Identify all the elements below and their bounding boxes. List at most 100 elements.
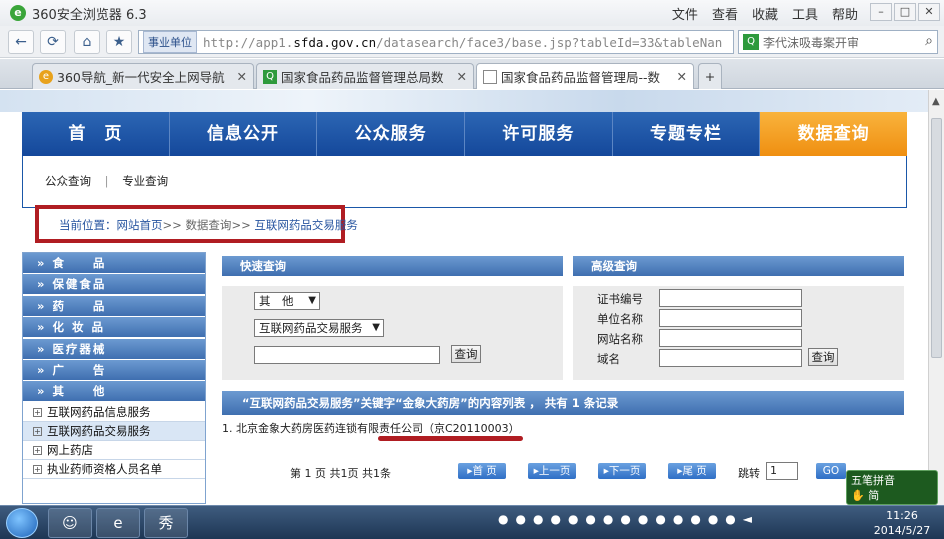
web-page: 首 页 信息公开 公众服务 许可服务 专题专栏 数据查询 公众查询 | 专业查询…	[0, 90, 928, 505]
users-app-icon[interactable]: ☺	[48, 508, 92, 538]
first-page-button[interactable]: ▸首 页	[458, 463, 506, 479]
refresh-icon[interactable]: ⟳	[40, 30, 66, 54]
nav-public-service[interactable]: 公众服务	[317, 112, 466, 156]
expand-icon[interactable]: +	[33, 464, 42, 474]
site-sub-nav: 公众查询 | 专业查询	[22, 156, 907, 208]
next-page-button[interactable]: ▸下一页	[598, 463, 646, 479]
tray-icon[interactable]: ●	[708, 512, 718, 526]
category-health-food[interactable]: » 保健食品	[23, 274, 205, 295]
tab-page-icon	[483, 69, 497, 84]
last-page-button[interactable]: ▸尾 页	[668, 463, 716, 479]
quick-search-button[interactable]: 查询	[451, 345, 481, 363]
maximize-button[interactable]: □	[894, 3, 916, 21]
breadcrumb-home[interactable]: 网站首页	[117, 218, 163, 232]
tray-icon[interactable]: ●	[550, 512, 560, 526]
nav-info-public[interactable]: 信息公开	[170, 112, 318, 156]
advanced-search-header: 高级查询	[573, 256, 904, 276]
category-medical-devices[interactable]: » 医疗器械	[23, 338, 205, 359]
address-bar[interactable]: 事业单位 http://app1. sfda.gov.cn/datasearch/…	[138, 30, 734, 54]
category-ads[interactable]: » 广 告	[23, 359, 205, 380]
menu-view[interactable]: 查看	[712, 4, 738, 23]
site-name-label: 网站名称	[597, 332, 643, 346]
new-tab-button[interactable]: +	[698, 63, 722, 89]
subnav-public-query[interactable]: 公众查询	[45, 174, 91, 188]
minimize-button[interactable]: –	[870, 3, 892, 21]
domain-input[interactable]	[659, 349, 802, 367]
subnav-divider: |	[104, 174, 109, 188]
category-select[interactable]: 其 他 ▼	[254, 292, 320, 310]
nav-home[interactable]: 首 页	[22, 112, 170, 156]
menu-tools[interactable]: 工具	[792, 4, 818, 23]
tray-icon[interactable]: ●	[515, 512, 525, 526]
close-button[interactable]: ✕	[918, 3, 940, 21]
cert-no-label: 证书编号	[597, 292, 643, 306]
sub-item-info-service[interactable]: + 互联网药品信息服务	[23, 403, 205, 422]
subnav-pro-query[interactable]: 专业查询	[122, 174, 168, 188]
browser-app-icon[interactable]: e	[96, 508, 140, 538]
scroll-thumb[interactable]	[931, 118, 942, 358]
advanced-search-button[interactable]: 查询	[808, 348, 838, 366]
expand-icon[interactable]: +	[33, 407, 42, 417]
sub-item-online-pharmacy[interactable]: + 网上药店	[23, 441, 205, 460]
category-cosmetics[interactable]: » 化 妆 品	[23, 317, 205, 338]
jump-page-input[interactable]: 1	[766, 462, 798, 480]
prev-page-button[interactable]: ▸上一页	[528, 463, 576, 479]
search-icon[interactable]: ⌕	[925, 33, 933, 49]
home-icon[interactable]: ⌂	[74, 30, 100, 54]
tray-icon[interactable]: ●	[568, 512, 578, 526]
expand-icon[interactable]: +	[33, 426, 42, 436]
tab-360-nav[interactable]: e 360导航_新一代安全上网导航 ✕	[32, 63, 254, 89]
tab-sfda-2[interactable]: 国家食品药品监督管理局--数 ✕	[476, 63, 694, 89]
go-button[interactable]: GO	[816, 463, 846, 479]
subcategory-select[interactable]: 互联网药品交易服务 ▼	[254, 319, 384, 337]
tray-icon[interactable]: ●	[603, 512, 613, 526]
taskbar: ☺ e 秀 ● ● ● ● ● ● ● ● ● ● ● ● ● ● ◄ 11:2…	[0, 505, 944, 539]
category-other[interactable]: » 其 他	[23, 381, 205, 402]
tab-close-icon[interactable]: ✕	[451, 69, 467, 84]
quick-search-box: 其 他 ▼ 互联网药品交易服务 ▼ 查询	[222, 286, 563, 380]
tray-icon[interactable]: ●	[655, 512, 665, 526]
category-label: 药 品	[52, 298, 107, 313]
back-icon[interactable]: ←	[8, 30, 34, 54]
button-label: 下一页	[608, 465, 641, 477]
volume-icon[interactable]: ◄	[743, 512, 752, 526]
result-row[interactable]: 1. 北京金象大药房医药连锁有限责任公司（京C20110003）	[222, 420, 520, 436]
category-drugs[interactable]: » 药 品	[23, 295, 205, 316]
cert-no-input[interactable]	[659, 289, 802, 307]
sub-item-pharmacist-list[interactable]: + 执业药师资格人员名单	[23, 460, 205, 479]
nav-data-query[interactable]: 数据查询	[760, 112, 908, 156]
menu-file[interactable]: 文件	[672, 4, 698, 23]
tray-icon[interactable]: ●	[690, 512, 700, 526]
tray-icon[interactable]: ●	[498, 512, 508, 526]
tab-sfda-1[interactable]: Q 国家食品药品监督管理总局数 ✕	[256, 63, 474, 89]
ime-toolbar[interactable]: 五笔拼音 ✋ 简	[846, 470, 938, 505]
page-scrollbar[interactable]: ▲	[928, 90, 944, 505]
site-name-input[interactable]	[659, 329, 802, 347]
tab-close-icon[interactable]: ✕	[671, 69, 687, 84]
expand-icon[interactable]: +	[33, 445, 42, 455]
scroll-up-icon[interactable]: ▲	[932, 96, 940, 107]
category-food[interactable]: » 食 品	[23, 253, 205, 273]
nav-special-column[interactable]: 专题专栏	[613, 112, 761, 156]
menu-help[interactable]: 帮助	[832, 4, 858, 23]
start-button[interactable]	[6, 508, 38, 538]
tray-icon[interactable]: ●	[673, 512, 683, 526]
sub-item-trade-service[interactable]: + 互联网药品交易服务	[23, 421, 205, 441]
menu-favorites[interactable]: 收藏	[752, 4, 778, 23]
tab-close-icon[interactable]: ✕	[231, 69, 247, 84]
site-type-tag[interactable]: 事业单位	[143, 31, 197, 53]
nav-license-service[interactable]: 许可服务	[465, 112, 613, 156]
app-icon[interactable]: 秀	[144, 508, 188, 538]
tray-icon[interactable]: ●	[638, 512, 648, 526]
clock[interactable]: 11:26 2014/5/27	[860, 508, 944, 538]
tray-icon[interactable]: ●	[533, 512, 543, 526]
star-icon[interactable]: ★	[106, 30, 132, 54]
tray-icon[interactable]: ●	[585, 512, 595, 526]
search-engine-icon[interactable]: Q	[743, 34, 759, 50]
tray-icon[interactable]: ●	[725, 512, 735, 526]
keyword-input[interactable]	[254, 346, 440, 364]
tray-icon[interactable]: ●	[620, 512, 630, 526]
unit-name-input[interactable]	[659, 309, 802, 327]
breadcrumb-current[interactable]: 互联网药品交易服务	[254, 218, 358, 232]
search-box[interactable]: Q 李代沫吸毒案开审 ⌕	[738, 30, 938, 54]
